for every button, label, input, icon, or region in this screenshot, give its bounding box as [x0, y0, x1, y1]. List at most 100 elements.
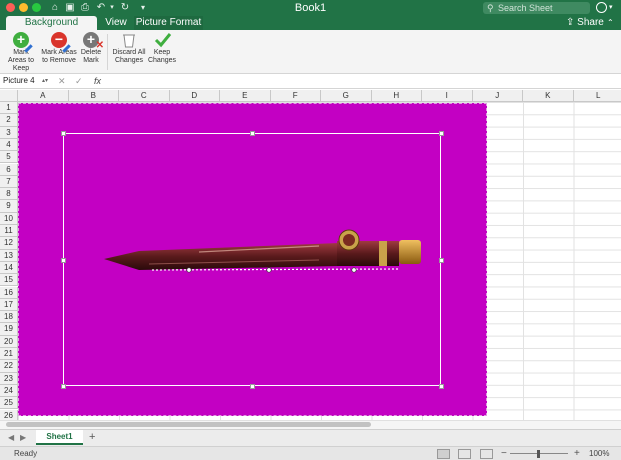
- row-header[interactable]: 2: [0, 114, 18, 127]
- column-header[interactable]: A: [18, 90, 69, 102]
- column-header[interactable]: G: [321, 90, 372, 102]
- page-break-view-icon[interactable]: [480, 449, 493, 459]
- column-header[interactable]: L: [573, 90, 621, 102]
- worksheet-grid[interactable]: ABCDEFGHIJKL 1 2 3 4 5 6 7 8 9 10 11 12 13 14 15 16 17 18…: [0, 90, 621, 420]
- resize-handle-top[interactable]: [250, 131, 255, 136]
- column-header[interactable]: H: [371, 90, 422, 102]
- feedback-dropdown-icon[interactable]: ▾: [609, 2, 613, 13]
- row-header[interactable]: 16: [0, 286, 18, 299]
- name-box[interactable]: Picture 4: [3, 75, 47, 87]
- zoom-out-icon[interactable]: −: [501, 447, 507, 460]
- minimize-window-button[interactable]: [19, 3, 28, 12]
- select-all-corner[interactable]: [0, 90, 18, 102]
- page-layout-view-icon[interactable]: [458, 449, 471, 459]
- row-header[interactable]: 11: [0, 225, 18, 238]
- row-header[interactable]: 25: [0, 397, 18, 410]
- discard-all-changes-button[interactable]: Discard All Changes: [111, 32, 147, 65]
- resize-handle-bottom-right[interactable]: [439, 384, 444, 389]
- resize-handle-right[interactable]: [439, 258, 444, 263]
- ribbon-divider: [107, 34, 108, 70]
- mark-remove-label: Mark Areas to Remove: [41, 49, 77, 64]
- resize-handle-bottom[interactable]: [250, 384, 255, 389]
- row-header[interactable]: 18: [0, 311, 18, 324]
- mark-areas-to-keep-button[interactable]: + Mark Areas to Keep: [4, 32, 38, 73]
- column-header[interactable]: D: [169, 90, 220, 102]
- column-header[interactable]: I: [422, 90, 473, 102]
- zoom-window-button[interactable]: [32, 3, 41, 12]
- close-window-button[interactable]: [6, 3, 15, 12]
- column-header[interactable]: C: [119, 90, 170, 102]
- picture-4[interactable]: [18, 103, 487, 416]
- status-ready: Ready: [14, 449, 38, 458]
- search-box[interactable]: ⚲: [483, 2, 590, 14]
- collapse-ribbon-icon[interactable]: ⌃: [607, 16, 614, 30]
- column-header[interactable]: F: [270, 90, 321, 102]
- row-header[interactable]: 6: [0, 163, 18, 176]
- normal-view-icon[interactable]: [437, 449, 450, 459]
- insert-function-icon[interactable]: fx: [94, 75, 101, 87]
- row-header[interactable]: 22: [0, 360, 18, 373]
- cancel-icon[interactable]: ✕: [58, 75, 66, 87]
- row-header[interactable]: 23: [0, 372, 18, 385]
- resize-handle-top-right[interactable]: [439, 131, 444, 136]
- row-header[interactable]: 14: [0, 261, 18, 275]
- row-header[interactable]: 9: [0, 200, 18, 213]
- row-header[interactable]: 24: [0, 384, 18, 398]
- name-box-dropdown-icon[interactable]: ▴▾: [42, 75, 48, 87]
- row-header[interactable]: 8: [0, 188, 18, 201]
- discard-label: Discard All Changes: [112, 49, 146, 64]
- previous-sheet-icon[interactable]: ◀: [8, 433, 14, 443]
- share-icon: ⇪: [566, 17, 578, 28]
- tab-picture-format[interactable]: Picture Format: [134, 16, 203, 30]
- minus-circle-icon: −: [51, 32, 67, 48]
- row-header[interactable]: 13: [0, 249, 18, 262]
- mark-areas-to-remove-button[interactable]: − Mark Areas to Remove: [41, 32, 77, 65]
- zoom-percent: 100%: [589, 449, 610, 458]
- keep-area-marquee[interactable]: [63, 133, 441, 386]
- row-header[interactable]: 10: [0, 212, 18, 225]
- customize-toolbar-icon[interactable]: ▾: [136, 1, 150, 15]
- save-icon[interactable]: ▣: [63, 1, 77, 15]
- zoom-in-icon[interactable]: +: [574, 447, 580, 460]
- row-header[interactable]: 19: [0, 323, 18, 336]
- add-sheet-icon[interactable]: +: [89, 431, 95, 444]
- row-header[interactable]: 20: [0, 335, 18, 348]
- share-button[interactable]: ⇪ Share: [566, 16, 604, 30]
- delete-mark-button[interactable]: + ✕ Delete Mark: [78, 32, 104, 65]
- row-header[interactable]: 5: [0, 151, 18, 164]
- row-header[interactable]: 26: [0, 409, 18, 420]
- print-icon[interactable]: ⎙: [78, 1, 92, 15]
- feedback-smiley-icon[interactable]: [596, 2, 607, 13]
- row-header[interactable]: 4: [0, 138, 18, 152]
- enter-icon[interactable]: ✓: [75, 75, 83, 87]
- zoom-slider-knob[interactable]: [537, 450, 540, 458]
- row-header[interactable]: 17: [0, 298, 18, 312]
- status-bar: Ready − + 100%: [0, 446, 621, 460]
- column-header[interactable]: J: [472, 90, 523, 102]
- column-header[interactable]: E: [220, 90, 271, 102]
- next-sheet-icon[interactable]: ▶: [20, 433, 26, 443]
- redo-icon[interactable]: ↻: [118, 1, 132, 15]
- keep-changes-label: Keep Changes: [147, 49, 177, 64]
- tab-view[interactable]: View: [100, 16, 132, 30]
- resize-handle-top-left[interactable]: [61, 131, 66, 136]
- column-header[interactable]: K: [523, 90, 574, 102]
- search-input[interactable]: [498, 2, 586, 14]
- horizontal-scroll-thumb[interactable]: [6, 422, 371, 427]
- undo-dropdown-icon[interactable]: ▾: [105, 1, 119, 15]
- resize-handle-left[interactable]: [61, 258, 66, 263]
- column-header[interactable]: B: [68, 90, 119, 102]
- tab-background-removal[interactable]: Background Removal: [6, 16, 97, 42]
- home-icon[interactable]: ⌂: [48, 1, 62, 15]
- row-header[interactable]: 21: [0, 348, 18, 361]
- row-header[interactable]: 1: [0, 102, 18, 115]
- delete-x-icon: ✕: [95, 40, 104, 51]
- sheet-tabs-bar: ◀ ▶ Sheet1 +: [0, 429, 621, 446]
- row-header[interactable]: 15: [0, 274, 18, 287]
- keep-changes-button[interactable]: Keep Changes: [147, 32, 177, 65]
- sheet-tab-sheet1[interactable]: Sheet1: [36, 430, 83, 445]
- resize-handle-bottom-left[interactable]: [61, 384, 66, 389]
- row-header[interactable]: 12: [0, 237, 18, 250]
- row-header[interactable]: 3: [0, 126, 18, 139]
- row-header[interactable]: 7: [0, 175, 18, 189]
